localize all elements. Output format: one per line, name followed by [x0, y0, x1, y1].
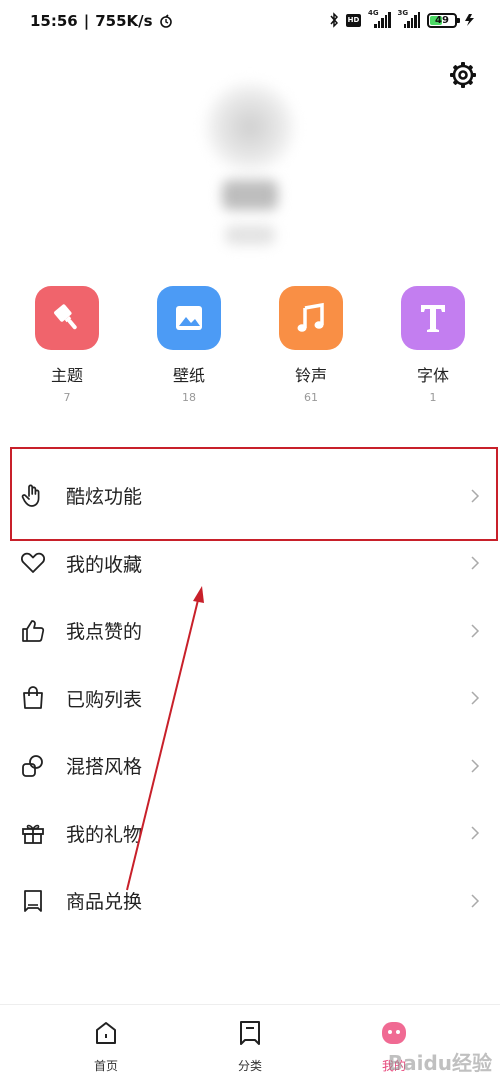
- settings-gear-icon[interactable]: [448, 60, 478, 90]
- chevron-right-icon: [471, 826, 480, 840]
- watermark: Baidu经验: [387, 1051, 492, 1075]
- category-ringtone-tile: [279, 286, 343, 350]
- avatar[interactable]: [205, 82, 295, 172]
- bottom-nav: 首页 分类 我的 Baidu经验: [0, 1004, 500, 1084]
- heart-icon: [21, 552, 45, 574]
- menu-item-favorites[interactable]: 我的收藏: [0, 530, 500, 598]
- category-wallpaper-tile: [157, 286, 221, 350]
- menu-item-redeem[interactable]: 商品兑换: [0, 867, 500, 935]
- category-wallpaper-count: 18: [182, 391, 196, 404]
- status-left: 15:56 | 755K/s: [30, 12, 173, 30]
- category-font-name: 字体: [416, 366, 449, 385]
- chevron-right-icon: [471, 894, 480, 908]
- nav-category-label: 分类: [237, 1059, 262, 1073]
- nav-category[interactable]: 分类: [205, 1019, 295, 1074]
- category-ringtone-name: 铃声: [294, 366, 327, 385]
- category-theme-name: 主题: [50, 366, 83, 385]
- network-speed: 755K/s: [95, 12, 153, 30]
- category-wallpaper-name: 壁纸: [172, 366, 205, 385]
- menu-item-liked[interactable]: 我点赞的: [0, 597, 500, 665]
- music-note-icon: [297, 302, 324, 332]
- font-t-icon: [421, 305, 445, 332]
- nav-home[interactable]: 首页: [61, 1019, 151, 1074]
- menu-item-purchased[interactable]: 已购列表: [0, 665, 500, 733]
- menu-label: 混搭风格: [66, 756, 143, 779]
- menu-item-cool-features[interactable]: 酷炫功能: [0, 462, 500, 530]
- image-icon: [176, 306, 202, 330]
- category-font[interactable]: 字体 1: [383, 286, 483, 404]
- category-ringtone[interactable]: 铃声 61: [261, 286, 361, 404]
- signal-3g-icon: 3G: [397, 9, 420, 28]
- mix-style-icon: [22, 754, 43, 777]
- menu-list: 酷炫功能 我的收藏 我点赞的 已购列表 混搭风格 我的礼物 商品兑换: [0, 462, 500, 935]
- category-grid: 主题 7 壁纸 18 铃声 61 字体 1: [0, 286, 500, 416]
- menu-label: 已购列表: [66, 688, 143, 711]
- menu-label: 我点赞的: [66, 621, 143, 644]
- chevron-right-icon: [471, 691, 480, 705]
- menu-item-gifts[interactable]: 我的礼物: [0, 800, 500, 868]
- nav-home-label: 首页: [93, 1059, 118, 1073]
- menu-label: 商品兑换: [66, 891, 143, 914]
- category-icon: [240, 1021, 260, 1045]
- battery-icon: 49: [427, 12, 460, 28]
- category-ringtone-count: 61: [304, 391, 318, 404]
- menu-label: 我的收藏: [66, 553, 143, 576]
- hand-gesture-icon: [21, 484, 40, 507]
- sync-icon: [159, 14, 172, 28]
- menu-item-mix-style[interactable]: 混搭风格: [0, 732, 500, 800]
- user-info-blurred: [225, 225, 275, 245]
- category-theme[interactable]: 主题 7: [17, 286, 117, 404]
- status-right: HD 4G 3G 49: [329, 9, 476, 28]
- gift-icon: [22, 824, 44, 845]
- signal-3g-label: 3G: [397, 9, 409, 17]
- charging-icon: [465, 14, 474, 26]
- status-bar: 15:56 | 755K/s HD 4G 3G 49: [0, 0, 500, 44]
- chevron-right-icon: [471, 556, 480, 570]
- exchange-card-icon: [24, 889, 42, 912]
- chevron-right-icon: [471, 624, 480, 638]
- thumbs-up-icon: [22, 619, 45, 642]
- paint-brush-icon: [54, 304, 77, 330]
- chevron-right-icon: [471, 759, 480, 773]
- bluetooth-icon: [330, 12, 339, 28]
- home-icon: [96, 1022, 116, 1044]
- signal-4g-label: 4G: [368, 9, 379, 17]
- menu-label: 我的礼物: [66, 823, 143, 846]
- hd-badge: HD: [346, 13, 361, 27]
- category-font-count: 1: [429, 391, 437, 404]
- username-blurred: [222, 180, 278, 210]
- shopping-bag-icon: [23, 686, 43, 710]
- menu-label: 酷炫功能: [66, 486, 143, 509]
- status-time: 15:56: [30, 12, 78, 30]
- category-font-tile: [401, 286, 465, 350]
- chevron-right-icon: [471, 489, 480, 503]
- category-theme-tile: [35, 286, 99, 350]
- profile-face-icon: [382, 1022, 406, 1044]
- category-theme-count: 7: [63, 391, 71, 404]
- signal-4g-icon: 4G: [368, 9, 391, 28]
- category-wallpaper[interactable]: 壁纸 18: [139, 286, 239, 404]
- battery-level: 49: [435, 14, 449, 26]
